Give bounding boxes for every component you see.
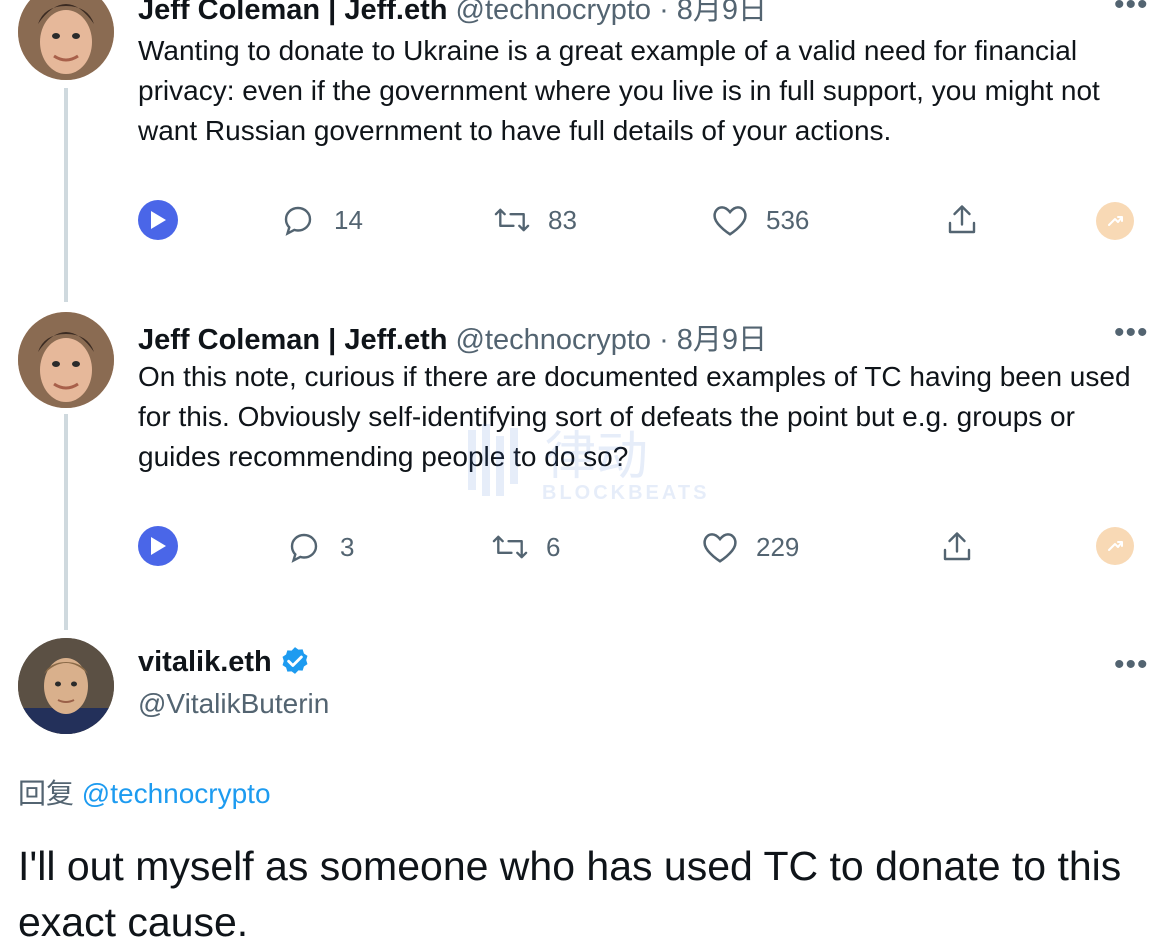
thread-line [64, 88, 68, 302]
tweet-text: Wanting to donate to Ukraine is a great … [138, 35, 1100, 146]
more-icon[interactable]: ••• [1114, 316, 1149, 350]
separator: · [651, 324, 677, 356]
share-icon [937, 527, 977, 567]
play-button[interactable] [138, 200, 178, 240]
watermark-sub-text: BLOCKBEATS [542, 482, 710, 504]
retweet-count: 83 [548, 204, 577, 235]
tweet-header: Jeff Coleman | Jeff.eth @technocrypto · … [138, 0, 767, 28]
reply-icon [284, 527, 324, 567]
author-name[interactable]: Jeff Coleman | Jeff.eth [138, 0, 447, 26]
retweet-button[interactable]: 83 [492, 200, 577, 240]
like-count: 229 [756, 531, 800, 562]
thread-line [64, 414, 68, 630]
tweet-date[interactable]: 8月9日 [677, 0, 767, 26]
reply-button[interactable]: 3 [284, 527, 354, 567]
like-button[interactable]: 229 [700, 527, 799, 567]
like-count: 536 [766, 204, 810, 235]
like-icon [710, 200, 750, 240]
retweet-button[interactable]: 6 [490, 527, 560, 567]
tip-icon [1108, 216, 1123, 226]
reply-context: 回复 @technocrypto [18, 772, 271, 812]
tweet-date[interactable]: 8月9日 [677, 324, 767, 356]
author-handle[interactable]: @technocrypto [456, 324, 651, 356]
tip-icon [1108, 541, 1123, 551]
avatar[interactable] [18, 312, 114, 408]
more-icon[interactable]: ••• [1114, 648, 1149, 682]
tip-button[interactable] [1096, 202, 1134, 240]
retweet-icon [492, 200, 532, 240]
tweet-text: On this note, curious if there are docum… [138, 361, 1131, 472]
share-button[interactable] [937, 527, 993, 567]
like-button[interactable]: 536 [710, 200, 809, 240]
share-button[interactable] [942, 200, 998, 240]
reply-count: 3 [340, 531, 355, 562]
share-icon [942, 200, 982, 240]
author-handle[interactable]: @VitalikButerin [138, 688, 329, 720]
avatar-jeff-image [18, 0, 114, 80]
author-name-row: vitalik.eth [138, 645, 312, 679]
retweet-icon [490, 527, 530, 567]
verified-icon [282, 647, 308, 674]
avatar-jeff-image [18, 312, 114, 408]
avatar-vitalik-image [18, 638, 114, 734]
avatar[interactable] [18, 0, 114, 80]
author-name[interactable]: vitalik.eth [138, 646, 272, 679]
reply-button[interactable]: 14 [278, 200, 363, 240]
reply-to-link[interactable]: @technocrypto [82, 778, 271, 809]
main-tweet-text: I'll out myself as someone who has used … [18, 843, 1122, 945]
author-handle[interactable]: @technocrypto [456, 0, 651, 26]
tweet-header: Jeff Coleman | Jeff.eth @technocrypto · … [138, 316, 767, 358]
reply-prefix: 回复 [18, 778, 75, 809]
play-icon [151, 211, 166, 229]
retweet-count: 6 [546, 531, 561, 562]
like-icon [700, 527, 740, 567]
avatar[interactable] [18, 638, 114, 734]
reply-icon [278, 200, 318, 240]
play-icon [151, 537, 166, 555]
tip-button[interactable] [1096, 527, 1134, 565]
more-icon[interactable]: ••• [1114, 0, 1149, 22]
reply-count: 14 [334, 204, 363, 235]
author-name[interactable]: Jeff Coleman | Jeff.eth [138, 324, 447, 356]
play-button[interactable] [138, 526, 178, 566]
separator: · [651, 0, 677, 26]
